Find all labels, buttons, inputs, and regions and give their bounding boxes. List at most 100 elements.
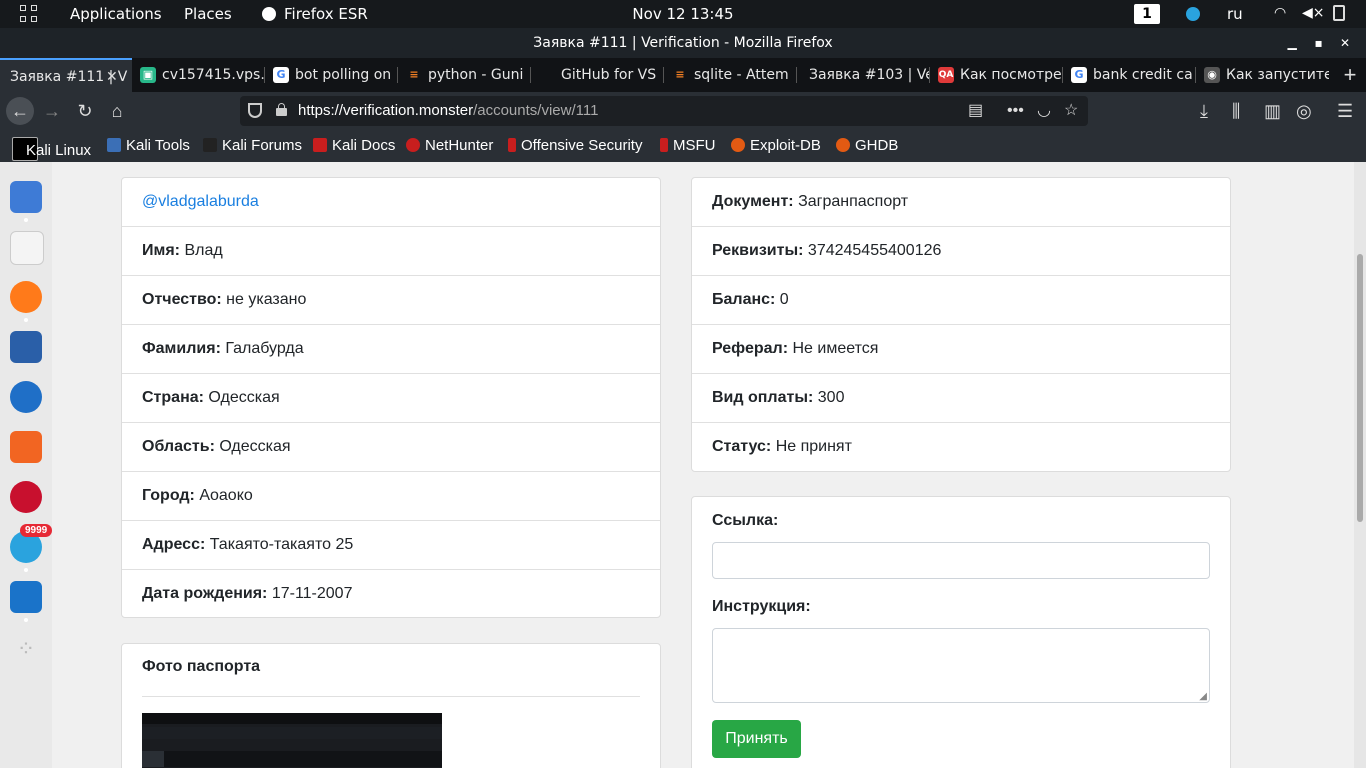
burpsuite-icon[interactable] — [10, 431, 42, 463]
notes-app-icon[interactable] — [10, 581, 42, 613]
file-manager-icon[interactable] — [10, 181, 42, 213]
downloads-icon[interactable]: ⤓ — [1200, 97, 1208, 125]
kali-tools-icon — [107, 138, 121, 152]
page-content: @vladgalaburda Имя: Влад Отчество: не ук… — [52, 162, 1354, 768]
row-label: Город: — [142, 487, 195, 504]
bookmark-nethunter[interactable]: NetHunter — [406, 137, 493, 154]
tab-favicon-icon: ◉ — [1204, 67, 1220, 83]
firefox-menu[interactable]: Firefox ESR — [262, 5, 368, 23]
tab-active[interactable]: Заявка #111 | V ✕ — [0, 58, 132, 92]
bookmark-exploit-db[interactable]: Exploit-DB — [731, 137, 821, 154]
tab-label: GitHub for VS — [561, 67, 657, 83]
bookmark-kali-linux[interactable]: Kali Linux — [12, 137, 91, 161]
tab-label: bot polling on — [295, 67, 392, 83]
row-label: Дата рождения: — [142, 585, 268, 602]
bookmark-offensive-security[interactable]: Offensive Security — [508, 137, 642, 154]
detail-row: Статус: Не принят — [692, 423, 1230, 472]
tab[interactable]: QA Как посмотре — [930, 58, 1063, 92]
bookmark-label: MSFU — [673, 137, 716, 154]
row-label: Документ: — [712, 193, 794, 210]
passport-photo-image[interactable] — [142, 713, 442, 768]
keyboard-layout[interactable]: ru — [1227, 5, 1243, 23]
telegram-tray-icon[interactable] — [1186, 7, 1200, 21]
firefox-menu-label: Firefox ESR — [284, 5, 368, 23]
minimize-icon[interactable]: ▁ — [1281, 28, 1303, 58]
bookmark-msfu[interactable]: MSFU — [660, 137, 716, 154]
volume-muted-icon[interactable]: ◀× — [1302, 5, 1325, 21]
bookmark-kali-forums[interactable]: Kali Forums — [203, 137, 302, 154]
maximize-icon[interactable]: ▪ — [1308, 28, 1330, 58]
workspace-indicator[interactable]: 1 — [1134, 4, 1160, 24]
link-input[interactable] — [712, 542, 1210, 579]
bookmark-label: NetHunter — [425, 137, 494, 154]
applications-menu[interactable]: Applications — [70, 5, 162, 23]
menu-icon[interactable]: ☰ — [1337, 97, 1353, 125]
battery-icon[interactable] — [1333, 5, 1345, 21]
application-dock: 9999 ⁘ — [0, 162, 53, 768]
tab[interactable]: Заявка #103 | Ve — [797, 58, 930, 92]
username-link[interactable]: @vladgalaburda — [142, 193, 259, 210]
github-favicon-icon — [539, 67, 555, 83]
row-value: Загранпаспорт — [793, 193, 909, 210]
tab-bar: Заявка #111 | V ✕ ▣ cv157415.vps. Gbot po… — [0, 58, 1366, 92]
bookmark-label: Kali Tools — [126, 137, 190, 154]
window-title: Заявка #111 | Verification - Mozilla Fir… — [533, 35, 833, 51]
address-bar[interactable]: https://verification.monster/accounts/vi… — [240, 96, 1088, 126]
close-tab-icon[interactable]: ✕ — [106, 60, 118, 92]
reload-button[interactable]: ↻ — [71, 97, 99, 125]
firefox-icon[interactable] — [10, 281, 42, 313]
resize-handle-icon[interactable]: ◢ — [1199, 691, 1207, 702]
metasploit-icon[interactable] — [10, 331, 42, 363]
row-label: Статус: — [712, 438, 772, 455]
pocket-icon[interactable]: ◡ — [1037, 96, 1051, 126]
account-icon[interactable]: ◎ — [1296, 97, 1312, 125]
tab-label: Заявка #103 | Ve — [809, 67, 930, 83]
tab[interactable]: ▣ cv157415.vps. — [132, 58, 265, 92]
bookmark-ghdb[interactable]: GHDB — [836, 137, 898, 154]
instruction-textarea[interactable]: ◢ — [712, 628, 1210, 703]
kali-docs-icon — [313, 138, 327, 152]
bookmark-kali-tools[interactable]: Kali Tools — [107, 137, 190, 154]
row-value: 374245455400126 — [803, 242, 942, 259]
wireshark-icon[interactable] — [10, 381, 42, 413]
row-label: Фамилия: — [142, 340, 221, 357]
app-grid-icon[interactable] — [20, 5, 38, 23]
tab[interactable]: Gbank credit ca — [1063, 58, 1196, 92]
home-button[interactable]: ⌂ — [103, 97, 131, 125]
row-label: Вид оплаты: — [712, 389, 814, 406]
library-icon[interactable]: ⫼ — [1232, 97, 1240, 125]
bookmark-kali-docs[interactable]: Kali Docs — [313, 137, 395, 154]
lock-icon[interactable] — [276, 103, 287, 116]
tracking-shield-icon[interactable] — [248, 103, 262, 118]
tab[interactable]: Gbot polling on — [265, 58, 398, 92]
nethunter-icon — [406, 138, 420, 152]
accept-button[interactable]: Принять — [712, 720, 801, 758]
row-value: Галабурда — [220, 340, 304, 357]
bookmark-star-icon[interactable]: ☆ — [1064, 96, 1078, 126]
text-editor-icon[interactable] — [10, 231, 44, 265]
row-label: Область: — [142, 438, 215, 455]
qa-favicon-icon: QA — [938, 67, 954, 83]
show-apps-icon[interactable]: ⁘ — [10, 633, 42, 665]
tab[interactable]: GitHub for VS — [531, 58, 664, 92]
new-tab-button[interactable]: + — [1338, 58, 1362, 92]
page-actions-icon[interactable]: ••• — [1007, 96, 1024, 126]
google-favicon-icon: G — [1071, 67, 1087, 83]
tab[interactable]: ◉ Как запустите — [1196, 58, 1329, 92]
close-icon[interactable]: ✕ — [1334, 28, 1356, 58]
row-value: 300 — [813, 389, 845, 406]
cherrytree-icon[interactable] — [10, 481, 42, 513]
sidebar-icon[interactable]: ▥ — [1264, 97, 1281, 125]
places-menu[interactable]: Places — [184, 5, 232, 23]
notification-badge: 9999 — [20, 524, 53, 537]
tab[interactable]: ≡ sqlite - Attem — [664, 58, 797, 92]
page-scrollbar[interactable] — [1354, 162, 1366, 768]
tab[interactable]: ≡ python - Guni — [398, 58, 531, 92]
scrollbar-thumb[interactable] — [1357, 254, 1363, 522]
bookmark-label: GHDB — [855, 137, 899, 154]
reader-view-icon[interactable]: ▤ — [968, 96, 983, 126]
row-value: 0 — [775, 291, 789, 308]
forward-button[interactable]: → — [38, 97, 66, 125]
back-button[interactable]: ← — [6, 97, 34, 125]
wifi-icon[interactable]: ◠ — [1274, 5, 1286, 21]
